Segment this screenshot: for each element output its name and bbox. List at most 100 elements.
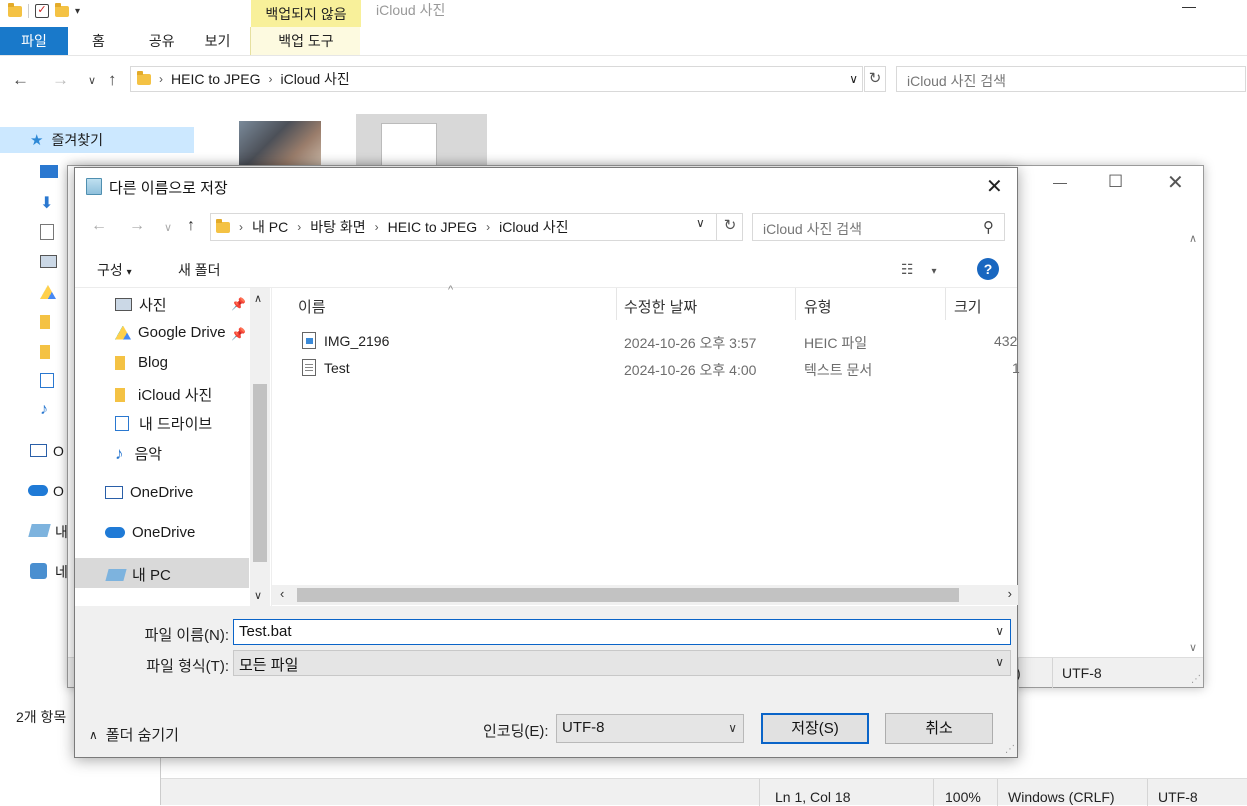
search-input[interactable]: iCloud 사진 검색 ⚲ (752, 213, 1005, 241)
customize-chevron-icon[interactable]: ▾ (75, 6, 80, 17)
document-icon (381, 123, 437, 166)
maximize-icon[interactable]: ☐ (1108, 172, 1123, 192)
download-icon: ⬇ (40, 195, 54, 212)
scrollbar-thumb[interactable] (253, 384, 267, 562)
chevron-down-icon[interactable]: ∨ (995, 624, 1004, 638)
nav-item-label: OneDrive (130, 484, 194, 501)
sidebar-item-label[interactable]: 네 (55, 562, 68, 582)
refresh-icon[interactable]: ↻ (864, 66, 886, 92)
column-header-modified[interactable]: 수정한 날짜 (624, 296, 697, 317)
status-encoding: UTF-8 (1158, 789, 1198, 805)
new-folder-icon[interactable] (55, 2, 69, 17)
properties-icon[interactable]: ✓ (35, 4, 49, 18)
hide-folders-button[interactable]: ∧ 폴더 숨기기 (89, 724, 179, 745)
close-icon[interactable]: ✕ (1167, 170, 1184, 195)
help-icon[interactable]: ? (977, 258, 999, 280)
sidebar-item-label[interactable]: O (53, 483, 64, 499)
encoding-select[interactable]: UTF-8 ∨ (556, 714, 744, 743)
nav-item-icloud-photos[interactable]: iCloud 사진 (115, 384, 212, 405)
nav-item-my-drive[interactable]: 내 드라이브 (115, 413, 212, 434)
breadcrumb-item[interactable]: iCloud 사진 (499, 217, 568, 237)
divider (795, 288, 796, 320)
tab-share[interactable]: 공유 (129, 27, 195, 55)
chevron-down-icon[interactable]: ∨ (1189, 641, 1197, 654)
search-input[interactable]: iCloud 사진 검색 (896, 66, 1246, 92)
chevron-down-icon[interactable]: ∨ (728, 721, 737, 735)
column-header-type[interactable]: 유형 (804, 296, 832, 317)
minimize-icon[interactable]: — (1053, 174, 1067, 190)
recent-chevron-icon[interactable]: ∨ (88, 74, 96, 87)
refresh-icon[interactable]: ↻ (716, 213, 743, 241)
up-arrow-icon[interactable]: ↑ (187, 217, 195, 235)
text-file-icon (302, 359, 316, 376)
forward-arrow-icon[interactable]: → (52, 70, 69, 90)
filetype-select[interactable]: 모든 파일 ∨ (233, 650, 1011, 676)
nav-item-blog[interactable]: Blog (115, 354, 168, 371)
resize-grip-icon[interactable]: ⋰ (1191, 674, 1201, 685)
nav-item-this-pc[interactable]: 내 PC (105, 564, 171, 585)
tab-file[interactable]: 파일 (0, 27, 68, 55)
forward-arrow-icon[interactable]: → (129, 217, 145, 235)
recent-chevron-icon[interactable]: ∨ (164, 221, 172, 234)
up-arrow-icon[interactable]: ↑ (108, 70, 117, 90)
save-button[interactable]: 저장(S) (761, 713, 869, 744)
nav-item-onedrive[interactable]: OneDrive (105, 524, 195, 541)
folder-icon (137, 70, 151, 85)
organize-button[interactable]: 구성 ▾ (97, 260, 132, 280)
nav-item-pictures[interactable]: 사진 (115, 294, 167, 315)
new-folder-button[interactable]: 새 폴더 (178, 260, 221, 280)
column-header-size[interactable]: 크기 (954, 296, 982, 317)
chevron-up-icon[interactable]: ∧ (1189, 232, 1197, 245)
breadcrumb-item[interactable]: HEIC to JPEG (171, 71, 260, 87)
file-row[interactable]: IMG_2196 2024-10-26 오후 3:57 HEIC 파일 432 (272, 330, 1018, 354)
sidebar-item-label[interactable]: O (53, 443, 64, 459)
scrollbar[interactable]: ∧ ∨ (1186, 228, 1203, 658)
chevron-right-icon[interactable]: › (1008, 586, 1012, 601)
breadcrumb-item[interactable]: 바탕 화면 (310, 217, 365, 237)
image-thumbnail[interactable] (239, 121, 321, 167)
breadcrumb-item[interactable]: iCloud 사진 (280, 69, 349, 89)
status-zoom: 100% (945, 789, 981, 805)
chevron-left-icon[interactable]: ‹ (280, 586, 284, 601)
dialog-titlebar: 다른 이름으로 저장 ✕ (75, 168, 1017, 204)
minimize-icon[interactable] (1182, 0, 1196, 8)
address-bar[interactable]: › 내 PC › 바탕 화면 › HEIC to JPEG › iCloud 사… (210, 213, 743, 241)
chevron-down-icon[interactable]: ▾ (931, 266, 936, 277)
chevron-down-icon[interactable]: ∨ (254, 589, 262, 602)
tab-backup-tools[interactable]: 백업 도구 (250, 27, 361, 55)
cancel-button[interactable]: 취소 (885, 713, 993, 744)
scrollbar[interactable]: ∧ ∨ (250, 288, 270, 606)
view-options-icon[interactable]: ☷ ▾ (901, 261, 936, 278)
onedrive-backup-icon (105, 486, 123, 499)
scrollbar-thumb[interactable] (297, 588, 959, 602)
pc-icon (28, 524, 51, 537)
chevron-down-icon[interactable]: ∨ (995, 655, 1004, 669)
file-type: HEIC 파일 (804, 335, 868, 351)
address-bar[interactable]: › HEIC to JPEG › iCloud 사진 ∨ (130, 66, 863, 92)
chevron-down-icon[interactable]: ∨ (849, 72, 858, 86)
sidebar-item-label[interactable]: 내 (55, 522, 68, 542)
breadcrumb-item[interactable]: 내 PC (252, 217, 288, 237)
nav-item-onedrive-backup[interactable]: OneDrive (105, 484, 193, 501)
drive-icon (40, 373, 54, 388)
chevron-up-icon[interactable]: ∧ (254, 292, 262, 305)
nav-item-music[interactable]: ♪ 음악 (115, 443, 162, 464)
filename-input[interactable]: Test.bat ∨ (233, 619, 1011, 645)
encoding-label: 인코딩(E): (483, 723, 549, 740)
file-modified: 2024-10-26 오후 4:00 (624, 362, 757, 378)
tab-home[interactable]: 홈 (68, 27, 129, 55)
back-arrow-icon[interactable]: ← (91, 217, 107, 235)
column-header-name[interactable]: 이름 (298, 296, 326, 317)
resize-grip-icon[interactable]: ⋰ (1005, 744, 1015, 755)
tab-view[interactable]: 보기 (195, 27, 251, 55)
chevron-down-icon[interactable]: ∨ (696, 216, 705, 230)
document-thumbnail[interactable] (356, 114, 487, 166)
file-row[interactable]: Test 2024-10-26 오후 4:00 텍스트 문서 1 (272, 357, 1020, 381)
organize-label: 구성 (97, 262, 123, 278)
nav-item-google-drive[interactable]: Google Drive (115, 324, 226, 341)
back-arrow-icon[interactable]: ← (12, 70, 29, 90)
sidebar-item-favorites[interactable]: ★ 즐겨찾기 (0, 127, 194, 153)
horizontal-scrollbar[interactable]: ‹ › (272, 585, 1018, 605)
close-icon[interactable]: ✕ (986, 174, 1003, 199)
breadcrumb-item[interactable]: HEIC to JPEG (388, 219, 477, 235)
